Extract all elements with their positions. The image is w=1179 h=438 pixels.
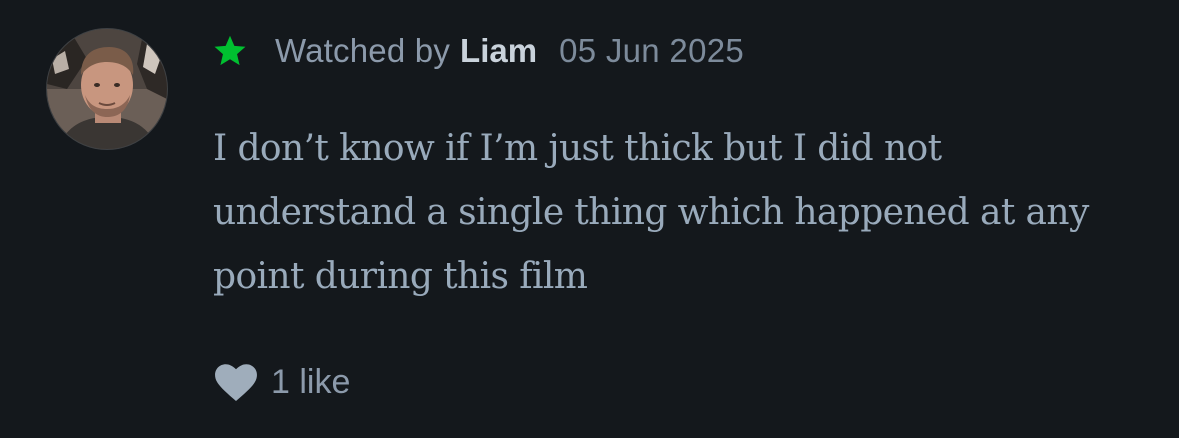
like-button[interactable]: 1 like: [213, 360, 350, 404]
review-text: I don’t know if I’m just thick but I did…: [213, 128, 1089, 297]
review-meta: Watched by Liam 05 Jun 2025: [212, 28, 744, 74]
review-card: Watched by Liam 05 Jun 2025 I don’t know…: [0, 0, 1179, 438]
watched-date[interactable]: 05 Jun 2025: [559, 32, 744, 70]
like-count[interactable]: 1 like: [271, 363, 350, 402]
avatar[interactable]: [47, 29, 167, 149]
watched-by-label: Watched by: [275, 32, 451, 69]
username-link[interactable]: Liam: [460, 32, 537, 70]
star-icon: [214, 35, 246, 66]
avatar-image: [47, 29, 167, 149]
heart-icon[interactable]: [213, 362, 259, 402]
